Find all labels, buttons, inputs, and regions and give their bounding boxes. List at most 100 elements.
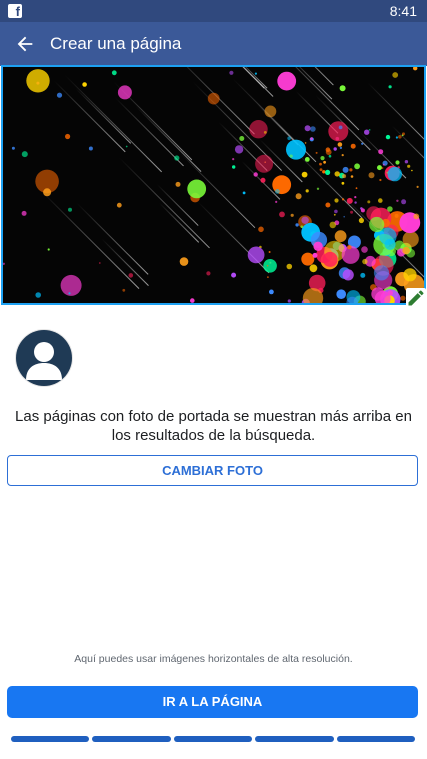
cover-dot xyxy=(88,146,93,151)
cover-dot xyxy=(263,259,277,273)
cover-dot xyxy=(310,137,313,140)
cover-dot xyxy=(312,252,318,258)
cover-dot xyxy=(301,216,309,224)
cover-dot xyxy=(360,272,366,278)
progress-step xyxy=(255,736,334,742)
person-silhouette-icon xyxy=(26,342,62,380)
cover-dot xyxy=(342,166,349,173)
cover-dot xyxy=(322,170,326,174)
cover-info-text: Las páginas con foto de portada se muest… xyxy=(15,408,412,444)
cover-dot xyxy=(339,85,346,92)
cover-dot xyxy=(355,187,358,190)
cover-dot xyxy=(379,227,397,245)
cover-dot xyxy=(35,292,41,298)
cover-dot xyxy=(286,139,306,160)
cover-dot xyxy=(392,72,399,78)
cover-dot xyxy=(21,151,28,158)
cover-dot xyxy=(395,160,400,165)
cover-dot xyxy=(295,223,299,227)
cover-dot xyxy=(369,216,385,233)
pencil-icon[interactable] xyxy=(406,288,426,308)
cover-dot xyxy=(339,146,343,150)
cover-dot xyxy=(334,198,339,203)
cover-dot xyxy=(287,299,291,303)
cover-dot xyxy=(275,189,280,194)
cover-dot xyxy=(301,252,315,266)
cover-dot xyxy=(269,289,274,295)
cover-dot xyxy=(267,276,269,278)
cover-dot xyxy=(234,145,244,154)
cover-dot xyxy=(309,264,318,273)
cover-dot xyxy=(231,272,237,278)
cover-dot xyxy=(328,121,349,142)
progress-step xyxy=(336,736,416,742)
cover-dot xyxy=(313,241,323,251)
cover-dot xyxy=(403,268,417,282)
cover-dot xyxy=(364,129,370,135)
cover-dot xyxy=(11,146,15,150)
cover-dot xyxy=(260,177,266,183)
cover-dot xyxy=(315,151,318,154)
cover-dot xyxy=(401,199,407,205)
cover-dot xyxy=(264,105,277,118)
cover-dot xyxy=(255,154,274,173)
cover-dot xyxy=(325,202,331,208)
cover-dot xyxy=(400,295,406,301)
cover-photo[interactable] xyxy=(1,65,426,305)
cover-dot xyxy=(174,155,180,161)
cover-dot xyxy=(60,274,82,296)
cover-dot xyxy=(387,166,402,182)
cover-dot xyxy=(341,181,345,185)
cover-dot xyxy=(304,157,310,162)
cover-dot xyxy=(111,70,117,76)
cover-dot xyxy=(316,187,320,190)
cover-dot xyxy=(387,206,393,212)
cover-dot xyxy=(323,160,326,164)
cover-dot xyxy=(232,158,235,161)
cover-dot xyxy=(116,202,122,208)
arrow-left-icon[interactable] xyxy=(14,33,36,55)
cover-dot xyxy=(98,262,101,264)
cover-dot xyxy=(333,147,337,151)
avatar[interactable] xyxy=(16,330,72,386)
cover-dot xyxy=(279,211,285,218)
cover-dot xyxy=(337,142,343,147)
cover-dot xyxy=(258,226,264,233)
cover-dot xyxy=(82,82,87,87)
cover-dot xyxy=(304,125,311,132)
cover-dot xyxy=(411,169,413,172)
cover-dot xyxy=(373,265,390,281)
cover-dot xyxy=(190,298,195,303)
cover-dot xyxy=(65,133,71,140)
go-to-page-button[interactable]: IR A LA PÁGINA xyxy=(7,686,418,718)
cover-dot xyxy=(349,168,353,172)
cover-dot xyxy=(368,129,371,131)
cover-dot xyxy=(362,258,368,265)
change-photo-button[interactable]: CAMBIAR FOTO xyxy=(7,455,418,486)
cover-dot xyxy=(21,210,27,216)
cover-dot xyxy=(416,185,419,188)
cover-dot xyxy=(367,200,371,204)
cover-dot xyxy=(275,200,278,203)
status-time: 8:41 xyxy=(389,3,417,19)
progress-steps xyxy=(11,736,416,742)
cover-dot xyxy=(407,164,411,168)
cover-dot xyxy=(354,196,357,199)
cover-dot xyxy=(26,69,50,93)
cover-dot xyxy=(342,198,345,201)
cover-dot xyxy=(290,213,294,217)
cover-dot xyxy=(334,171,340,177)
cover-dot xyxy=(329,221,337,229)
cover-dot xyxy=(354,163,360,170)
cover-dot xyxy=(122,288,126,292)
cover-dot xyxy=(319,168,323,172)
cover-dot xyxy=(295,193,302,200)
cover-dot xyxy=(254,72,257,75)
cover-dot xyxy=(343,215,346,218)
cover-dot xyxy=(277,71,297,91)
cover-dot xyxy=(350,143,356,149)
resolution-hint: Aquí puedes usar imágenes horizontales d… xyxy=(74,653,353,665)
facebook-icon: f xyxy=(8,4,22,18)
cover-dot xyxy=(342,269,354,281)
cover-dot xyxy=(207,92,220,105)
